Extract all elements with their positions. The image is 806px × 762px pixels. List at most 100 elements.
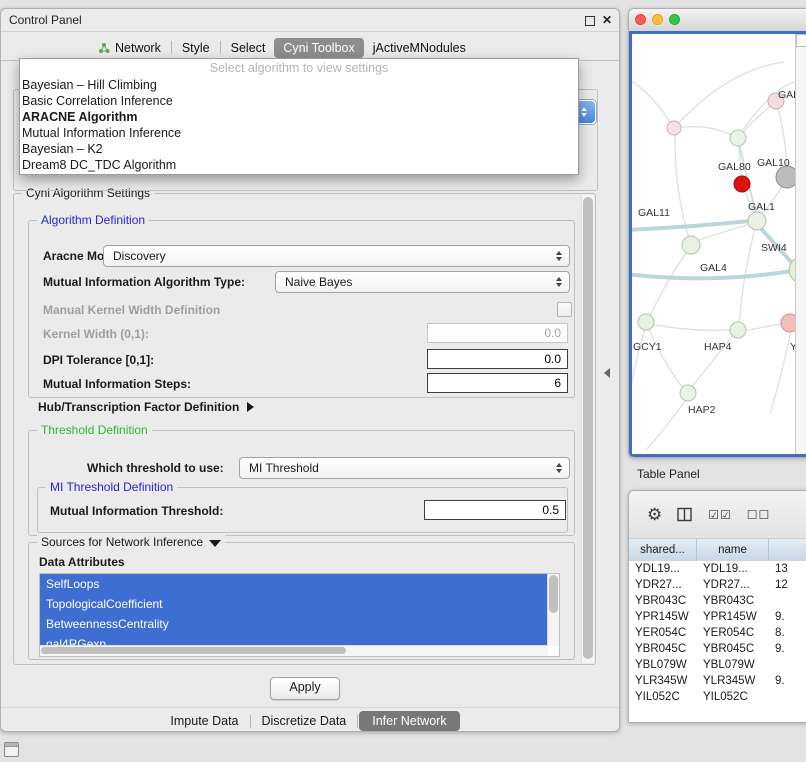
table-row[interactable]: YIL052CYIL052C xyxy=(629,689,806,705)
table-row[interactable]: YBL079WYBL079W xyxy=(629,657,806,673)
aracne-mode-value: Discovery xyxy=(113,249,166,263)
combo-arrows-icon xyxy=(552,246,566,266)
network-node-selected[interactable] xyxy=(734,176,750,192)
tab-network[interactable]: Network xyxy=(89,38,170,58)
gear-icon[interactable]: ⚙ xyxy=(647,505,662,525)
scrollbar-thumb[interactable] xyxy=(549,575,558,613)
mi-steps-input[interactable] xyxy=(427,373,568,393)
network-node-labels: GAL GAL80 GAL10 GAL11 GAL1 SWI4 GAL4 GCY… xyxy=(633,89,795,416)
dropdown-item[interactable]: Basic Correlation Inference xyxy=(20,93,578,109)
list-horizontal-scrollbar[interactable] xyxy=(40,645,548,656)
network-window-titlebar[interactable] xyxy=(629,9,806,32)
mac-minimize-button[interactable] xyxy=(652,14,663,25)
sources-group-title[interactable]: Sources for Network Inference xyxy=(37,535,225,549)
node-label: GAL4 xyxy=(700,262,727,274)
tab-separator xyxy=(357,715,358,728)
float-window-icon[interactable] xyxy=(585,16,595,26)
node-label: GAL xyxy=(778,89,795,101)
dropdown-item[interactable]: Mutual Information Inference xyxy=(20,125,578,141)
threshold-definition-group: Threshold Definition Which threshold to … xyxy=(28,430,575,536)
dropdown-placeholder: Select algorithm to view settings xyxy=(20,60,578,77)
tab-impute-data[interactable]: Impute Data xyxy=(160,711,248,731)
kernel-width-input[interactable] xyxy=(427,323,568,343)
table-row[interactable]: YDR27...YDR27...12 xyxy=(629,577,806,593)
list-scrollbar[interactable] xyxy=(547,574,559,646)
list-item-selected[interactable]: SelfLoops xyxy=(40,574,547,594)
close-icon[interactable]: ✕ xyxy=(602,13,612,27)
mac-close-button[interactable] xyxy=(635,14,646,25)
network-node[interactable] xyxy=(730,322,746,338)
combo-arrows-icon xyxy=(552,458,566,478)
scrollbar-button[interactable] xyxy=(796,34,806,47)
network-node[interactable] xyxy=(748,212,766,230)
apply-button[interactable]: Apply xyxy=(270,677,340,700)
which-threshold-combobox[interactable]: MI Threshold xyxy=(239,457,570,479)
which-threshold-value: MI Threshold xyxy=(249,461,319,475)
tab-discretize-data[interactable]: Discretize Data xyxy=(252,711,357,731)
dropdown-item[interactable]: Dream8 DC_TDC Algorithm xyxy=(20,157,578,173)
data-attributes-list: SelfLoops TopologicalCoefficient Between… xyxy=(39,573,560,657)
columns-icon[interactable] xyxy=(677,507,693,522)
splitter-collapse-icon[interactable] xyxy=(604,368,610,378)
manual-kernel-label: Manual Kernel Width Definition xyxy=(43,303,220,317)
hub-section-toggle[interactable]: Hub/Transcription Factor Definition xyxy=(38,400,254,414)
tab-cyni-toolbox[interactable]: Cyni Toolbox xyxy=(274,38,363,58)
mi-type-combobox[interactable]: Naive Bayes xyxy=(275,271,570,293)
cyni-bottom-tabbar: Impute Data Discretize Data Infer Networ… xyxy=(1,707,619,734)
tab-style[interactable]: Style xyxy=(173,38,219,58)
column-header[interactable]: shared... xyxy=(629,539,697,561)
table-row[interactable]: YPR145WYPR145W9. xyxy=(629,609,806,625)
scrollbar-thumb[interactable] xyxy=(583,197,593,659)
dpi-tolerance-input[interactable] xyxy=(427,349,568,369)
node-label: GAL11 xyxy=(638,207,670,219)
node-label: SWI4 xyxy=(761,242,787,254)
network-scrollbar[interactable] xyxy=(795,34,806,454)
table-row[interactable]: YLR345WYLR345W9. xyxy=(629,673,806,689)
list-item-selected[interactable]: TopologicalCoefficient xyxy=(40,594,547,614)
table-header-row: shared... name xyxy=(629,539,806,562)
table-row[interactable]: YBR043CYBR043C xyxy=(629,593,806,609)
tab-separator xyxy=(220,41,221,54)
mac-zoom-button[interactable] xyxy=(669,14,680,25)
network-node[interactable] xyxy=(638,314,654,330)
algorithm-definition-group: Algorithm Definition Aracne Mode: Discov… xyxy=(28,220,575,398)
network-canvas[interactable]: GAL GAL80 GAL10 GAL11 GAL1 SWI4 GAL4 GCY… xyxy=(629,31,806,457)
triangle-down-icon xyxy=(209,540,221,547)
dropdown-item[interactable]: Bayesian – Hill Climbing xyxy=(20,77,578,93)
table-row[interactable]: YDL19...YDL19...13 xyxy=(629,561,806,577)
column-header[interactable] xyxy=(769,539,806,561)
which-threshold-label: Which threshold to use: xyxy=(87,461,224,475)
mi-threshold-input[interactable] xyxy=(424,500,566,520)
aracne-mode-combobox[interactable]: Discovery xyxy=(103,245,570,267)
kernel-width-label: Kernel Width (0,1): xyxy=(43,327,149,341)
network-node[interactable] xyxy=(776,166,795,188)
tab-infer-network[interactable]: Infer Network xyxy=(359,711,459,731)
network-node[interactable] xyxy=(682,236,700,254)
scrollbar-thumb[interactable] xyxy=(41,647,346,654)
unchecked-pair-icon[interactable]: ☐☐ xyxy=(747,508,771,522)
network-node[interactable] xyxy=(667,121,681,135)
table-row[interactable]: YBR045CYBR045C9. xyxy=(629,641,806,657)
list-item-selected[interactable]: BetweennessCentrality xyxy=(40,614,547,634)
table-body: YDL19...YDL19...13 YDR27...YDR27...12 YB… xyxy=(629,561,806,722)
control-panel-titlebar[interactable]: Control Panel ✕ xyxy=(1,9,619,32)
checked-pair-icon[interactable]: ☑☑ xyxy=(708,508,732,522)
dropdown-item-selected[interactable]: ARACNE Algorithm xyxy=(20,109,578,125)
tab-separator xyxy=(250,715,251,728)
dropdown-item[interactable]: Bayesian – K2 xyxy=(20,141,578,157)
network-edges xyxy=(632,62,794,450)
mi-type-value: Naive Bayes xyxy=(285,275,352,289)
network-node[interactable] xyxy=(680,385,696,401)
tab-jactivemnodules[interactable]: jActiveMNodules xyxy=(364,38,475,58)
column-header[interactable]: name xyxy=(697,539,769,561)
manual-kernel-checkbox[interactable] xyxy=(557,302,572,317)
settings-scrollbar[interactable] xyxy=(581,195,594,663)
table-row[interactable]: YER054CYER054C8. xyxy=(629,625,806,641)
network-node[interactable] xyxy=(730,130,746,146)
tab-select[interactable]: Select xyxy=(222,38,275,58)
network-view-window: GAL GAL80 GAL10 GAL11 GAL1 SWI4 GAL4 GCY… xyxy=(628,8,806,458)
network-node[interactable] xyxy=(781,314,795,332)
node-label: GCY1 xyxy=(633,341,662,353)
panel-icon[interactable] xyxy=(4,742,19,757)
network-graph[interactable]: GAL GAL80 GAL10 GAL11 GAL1 SWI4 GAL4 GCY… xyxy=(632,34,795,451)
